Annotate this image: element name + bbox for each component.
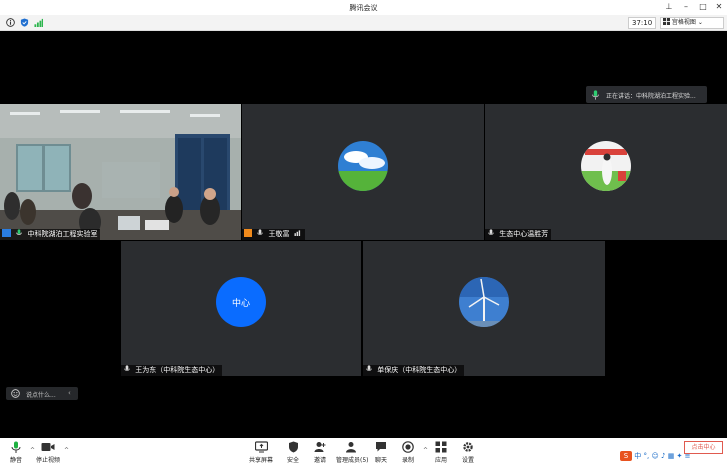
grid-icon	[663, 18, 670, 25]
minimize-button[interactable]: –	[680, 2, 692, 12]
participant-avatar	[581, 141, 631, 191]
participant-tile[interactable]: 单保庆（中科院生态中心）	[363, 241, 605, 376]
record-button[interactable]: 录制	[395, 441, 421, 464]
participant-avatar	[338, 141, 388, 191]
microphone-icon[interactable]: ♪	[661, 452, 665, 460]
participant-name-bar: 单保庆（中科院生态中心）	[363, 365, 465, 376]
system-tray: S 中 °, ☺ ♪ ▦ ✦ ≡	[620, 451, 691, 463]
meeting-timer: 37:10	[628, 17, 657, 29]
mute-label: 静音	[9, 457, 22, 464]
window-title: 腾讯会议	[349, 4, 378, 12]
windmill-avatar	[459, 277, 509, 327]
apps-label: 应用	[434, 457, 447, 464]
emoji-icon[interactable]	[11, 389, 20, 398]
chat-button[interactable]: 聊天	[368, 441, 394, 464]
chevron-up-icon[interactable]: ^	[64, 447, 69, 454]
participant-name: 王为东（中科院生态中心）	[135, 366, 220, 374]
menu-icon[interactable]: ≡	[685, 452, 691, 460]
emoji-icon[interactable]: ☺	[651, 452, 658, 460]
participant-tile[interactable]: 中心 王为东（中科院生态中心）	[121, 241, 361, 376]
participant-tile[interactable]: 中科院湖泊工程实验室	[0, 104, 241, 240]
microphone-icon	[124, 365, 130, 371]
speaking-label: 正在讲话：中科院湖泊工程实验...	[606, 93, 696, 100]
chat-icon	[376, 442, 386, 452]
video-feed	[0, 104, 241, 240]
tools-icon[interactable]: ✦	[677, 452, 683, 460]
quick-chat-input[interactable]: 说点什么... ‹	[6, 387, 78, 400]
settings-label: 设置	[461, 457, 474, 464]
settings-button[interactable]: 设置	[455, 441, 481, 464]
stop-video-label: 停止视频	[35, 457, 60, 464]
share-screen-icon	[254, 441, 268, 453]
participant-name: 中科院湖泊工程实验室	[27, 230, 98, 238]
view-mode-dropdown[interactable]: 宫格视图 ⌄	[660, 17, 724, 29]
manage-members-button[interactable]: 管理成员(5)	[336, 441, 369, 464]
members-icon	[346, 442, 356, 453]
info-icon[interactable]	[6, 18, 15, 27]
pin-icon[interactable]: ⊥	[663, 2, 675, 12]
participant-avatar: 中心	[216, 277, 266, 327]
chat-label: 聊天	[374, 457, 387, 464]
participant-avatar	[459, 277, 509, 327]
participant-name-bar: 王敬富	[242, 229, 305, 240]
add-user-icon	[314, 442, 326, 452]
microphone-icon	[488, 229, 494, 235]
sky-field-avatar	[338, 141, 388, 191]
close-button[interactable]: ✕	[713, 2, 725, 12]
apps-icon	[435, 441, 447, 453]
record-label: 录制	[401, 457, 414, 464]
signal-icon	[294, 230, 300, 236]
gear-icon	[463, 442, 473, 452]
participant-name: 王敬富	[268, 230, 290, 238]
share-screen-label: 共享屏幕	[248, 457, 273, 464]
manage-members-label: 管理成员(5)	[336, 457, 369, 464]
speaking-indicator: 正在讲话：中科院湖泊工程实验...	[586, 86, 707, 103]
participant-name: 单保庆（中科院生态中心）	[377, 366, 462, 374]
security-button[interactable]: 安全	[280, 441, 306, 464]
collapse-chevron-icon[interactable]: ‹	[68, 389, 71, 397]
record-icon	[402, 441, 414, 453]
ime-mode-label[interactable]: 中	[634, 452, 641, 460]
participant-name: 生态中心温胜芳	[499, 230, 549, 238]
share-screen-button[interactable]: 共享屏幕	[248, 441, 274, 464]
chevron-down-icon: ⌄	[697, 19, 703, 26]
participant-tile[interactable]: 生态中心温胜芳	[485, 104, 727, 240]
microphone-icon	[16, 229, 22, 235]
camera-icon	[41, 443, 55, 451]
chat-placeholder: 说点什么...	[26, 392, 56, 399]
shield-icon	[288, 441, 298, 453]
invite-button[interactable]: 邀请	[307, 441, 333, 464]
participant-name-bar: 王为东（中科院生态中心）	[121, 365, 223, 376]
photo-avatar	[581, 141, 631, 191]
microphone-icon	[11, 441, 21, 453]
participant-tile[interactable]: 王敬富	[242, 104, 484, 240]
microphone-icon	[366, 365, 372, 371]
security-label: 安全	[286, 457, 299, 464]
invite-label: 邀请	[313, 457, 326, 464]
participant-name-bar: 中科院湖泊工程实验室	[0, 229, 101, 240]
microphone-icon	[257, 229, 263, 235]
bottom-toolbar: 静音 ^ 停止视频 ^ 共享屏幕 安全 邀请 管理成员(5) 聊天 录制 ^ 应…	[0, 438, 727, 466]
title-bar: 腾讯会议 ⊥ – □ ✕	[0, 0, 727, 15]
shield-icon[interactable]	[20, 18, 29, 27]
signal-icon[interactable]	[34, 18, 43, 27]
apps-button[interactable]: 应用	[428, 441, 454, 464]
participant-name-bar: 生态中心温胜芳	[485, 229, 552, 240]
view-mode-label: 宫格视图	[671, 19, 696, 26]
mute-button[interactable]: 静音	[3, 441, 29, 464]
microphone-icon	[592, 90, 599, 100]
keyboard-icon[interactable]: ▦	[668, 452, 675, 460]
input-method-logo-icon[interactable]: S	[620, 451, 632, 461]
stop-video-button[interactable]: 停止视频	[35, 441, 61, 464]
punctuation-icon[interactable]: °,	[643, 452, 649, 460]
maximize-button[interactable]: □	[697, 2, 709, 12]
user-icon	[244, 229, 252, 237]
meeting-info-bar: 37:10 宫格视图 ⌄	[0, 15, 727, 31]
host-icon	[2, 229, 11, 237]
